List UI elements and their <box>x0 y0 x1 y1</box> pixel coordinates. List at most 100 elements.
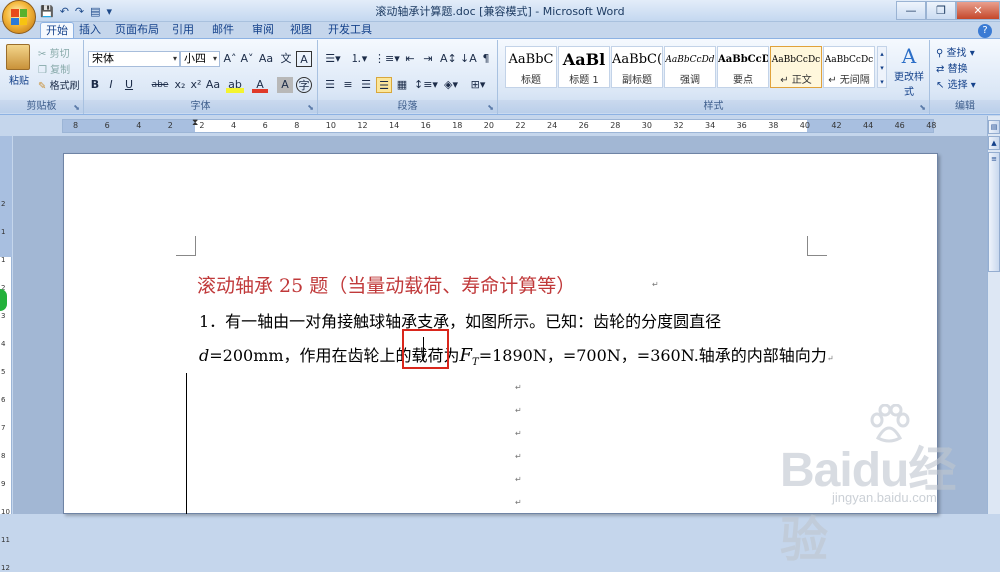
paste-icon[interactable] <box>6 44 30 70</box>
highlight-button[interactable]: ab <box>226 77 244 93</box>
tab-developer[interactable]: 开发工具 <box>328 22 372 39</box>
tab-view[interactable]: 视图 <box>288 22 314 39</box>
tab-page-layout[interactable]: 页面布局 <box>115 22 159 39</box>
save-icon[interactable]: 💾 <box>40 5 54 18</box>
ruler-tick-label: 22 <box>515 121 526 130</box>
ruler-tick-label: 6 <box>104 121 110 130</box>
format-painter-button[interactable]: ✎ 格式刷 <box>38 77 80 92</box>
italic-button[interactable]: I <box>104 77 118 93</box>
window-title: 滚动轴承计算题.doc [兼容模式] - Microsoft Word <box>375 5 625 18</box>
style-name: 要点 <box>733 75 753 86</box>
enclose-characters-button[interactable]: 字 <box>296 77 312 93</box>
bold-button[interactable]: B <box>88 77 102 93</box>
tab-mailings[interactable]: 邮件 <box>210 22 236 39</box>
decrease-indent-icon[interactable]: ⇤ <box>402 51 418 67</box>
align-right-icon[interactable]: ☰ <box>358 77 374 93</box>
text-cursor <box>423 337 424 359</box>
style-name: ↵ 正文 <box>780 75 812 86</box>
select-button[interactable]: ↖ 选择 ▾ <box>936 76 976 91</box>
style-title[interactable]: AaBbC 标题 <box>505 46 557 88</box>
ruler-tick-label: 12 <box>357 121 368 130</box>
strikethrough-button[interactable]: abe <box>150 77 170 93</box>
document-page[interactable] <box>63 153 938 514</box>
font-color-button[interactable]: A <box>252 77 268 93</box>
copy-button[interactable]: ❐ 复制 <box>38 61 70 76</box>
tab-insert[interactable]: 插入 <box>77 22 103 39</box>
print-preview-icon[interactable]: ▤ <box>90 5 100 18</box>
indent-marker-icon[interactable]: ⧗ <box>192 118 198 128</box>
cut-button[interactable]: ✂ 剪切 <box>38 45 70 60</box>
style-sample: AaBl <box>562 50 606 69</box>
ruler-toggle-icon[interactable]: ▤ <box>988 120 1000 134</box>
paragraph-launcher-icon[interactable]: ⬊ <box>487 103 494 112</box>
office-logo-icon <box>11 9 27 25</box>
var-F: F <box>459 345 473 366</box>
styles-launcher-icon[interactable]: ⬊ <box>919 103 926 112</box>
distributed-icon[interactable]: ▦ <box>394 77 410 93</box>
close-button[interactable]: ✕ <box>956 1 1000 20</box>
undo-icon[interactable]: ↶ <box>60 5 69 18</box>
underline-button[interactable]: U <box>122 77 136 93</box>
top-right-crop-mark <box>807 236 827 256</box>
var-T-subscript: T <box>472 357 479 369</box>
sort-icon[interactable]: ↓A <box>460 51 477 67</box>
tab-review[interactable]: 审阅 <box>250 22 276 39</box>
grow-font-button[interactable]: A˄ <box>222 51 238 67</box>
shading-icon[interactable]: ◈▾ <box>440 77 462 93</box>
borders-icon[interactable]: ⊞▾ <box>466 77 490 93</box>
drawing-line <box>186 373 187 514</box>
multilevel-list-icon[interactable]: ⋮≡▾ <box>374 51 400 67</box>
subscript-button[interactable]: x₂ <box>172 77 188 93</box>
style-heading-1[interactable]: AaBl 标题 1 <box>558 46 610 88</box>
style-sample: AaBbC( <box>612 52 662 67</box>
vertical-ruler[interactable]: 2 1 1 2 3 4 5 6 7 8 9 10 11 12 <box>0 136 12 572</box>
font-name-combo[interactable]: 宋体 ▾ <box>88 51 180 67</box>
paste-button[interactable]: 粘贴 <box>6 72 32 87</box>
phonetic-guide-button[interactable]: 文 <box>278 51 294 67</box>
replace-button[interactable]: ⇄ 替换 <box>936 60 968 75</box>
style-no-spacing[interactable]: AaBbCcDc ↵ 无间隔 <box>823 46 875 88</box>
font-size-combo[interactable]: 小四 ▾ <box>180 51 220 67</box>
align-center-icon[interactable]: ≡ <box>340 77 356 93</box>
line-spacing-icon[interactable]: ↕≡▾ <box>414 77 438 93</box>
redo-icon[interactable]: ↷ <box>75 5 84 18</box>
vruler-tick-label: 4 <box>1 340 6 348</box>
ruler-tick-label: 28 <box>610 121 621 130</box>
style-strong[interactable]: AaBbCcD 要点 <box>717 46 769 88</box>
scroll-up-icon[interactable]: ▲ <box>988 136 1000 150</box>
maximize-button[interactable]: ❐ <box>926 1 956 20</box>
office-button[interactable] <box>2 0 36 34</box>
show-marks-icon[interactable]: ¶ <box>478 51 494 67</box>
style-normal[interactable]: AaBbCcDc ↵ 正文 <box>770 46 822 88</box>
justify-icon[interactable]: ☰ <box>376 77 392 93</box>
font-launcher-icon[interactable]: ⬊ <box>307 103 314 112</box>
shrink-font-button[interactable]: A˅ <box>239 51 255 67</box>
numbering-icon[interactable]: ⒈▾ <box>348 51 370 67</box>
chinese-layout-icon[interactable]: A↕ <box>440 51 457 67</box>
scroll-thumb[interactable]: ≡ <box>988 152 1000 272</box>
style-sample: AaBbC <box>508 52 554 67</box>
find-button[interactable]: ⚲ 查找 ▾ <box>936 44 975 59</box>
help-icon[interactable]: ? <box>978 24 992 38</box>
style-subtitle[interactable]: AaBbC(副标题 <box>611 46 663 88</box>
vertical-scrollbar[interactable]: ▤ ▲ ≡ <box>987 116 1000 514</box>
change-case-button[interactable]: Aa <box>204 77 222 93</box>
ruler-tick-label: 16 <box>420 121 431 130</box>
character-shading-button[interactable]: A <box>277 77 293 93</box>
horizontal-ruler[interactable]: 8 6 4 2 2 4 6 8 10 12 14 16 18 20 22 24 26 28 30 32 34 36 38 40… <box>0 116 1000 136</box>
tab-references[interactable]: 引用 <box>170 22 196 39</box>
superscript-button[interactable]: x² <box>188 77 204 93</box>
align-left-icon[interactable]: ☰ <box>322 77 338 93</box>
style-emphasis[interactable]: AaBbCcDd 强调 <box>664 46 716 88</box>
vruler-tick-label: 9 <box>1 480 6 488</box>
change-styles-button[interactable]: A 更改样式 <box>892 44 926 98</box>
increase-indent-icon[interactable]: ⇥ <box>420 51 436 67</box>
character-border-button[interactable]: A <box>296 51 312 67</box>
customize-qat-icon[interactable]: ▾ <box>107 5 113 18</box>
tab-home[interactable]: 开始 <box>40 22 74 39</box>
clipboard-launcher-icon[interactable]: ⬊ <box>73 103 80 112</box>
bullets-icon[interactable]: ☰▾ <box>322 51 344 67</box>
clear-format-button[interactable]: Aa <box>257 51 275 67</box>
minimize-button[interactable]: — <box>896 1 926 20</box>
styles-gallery-scroll[interactable]: ▴ ▾ ▾ <box>877 46 887 88</box>
